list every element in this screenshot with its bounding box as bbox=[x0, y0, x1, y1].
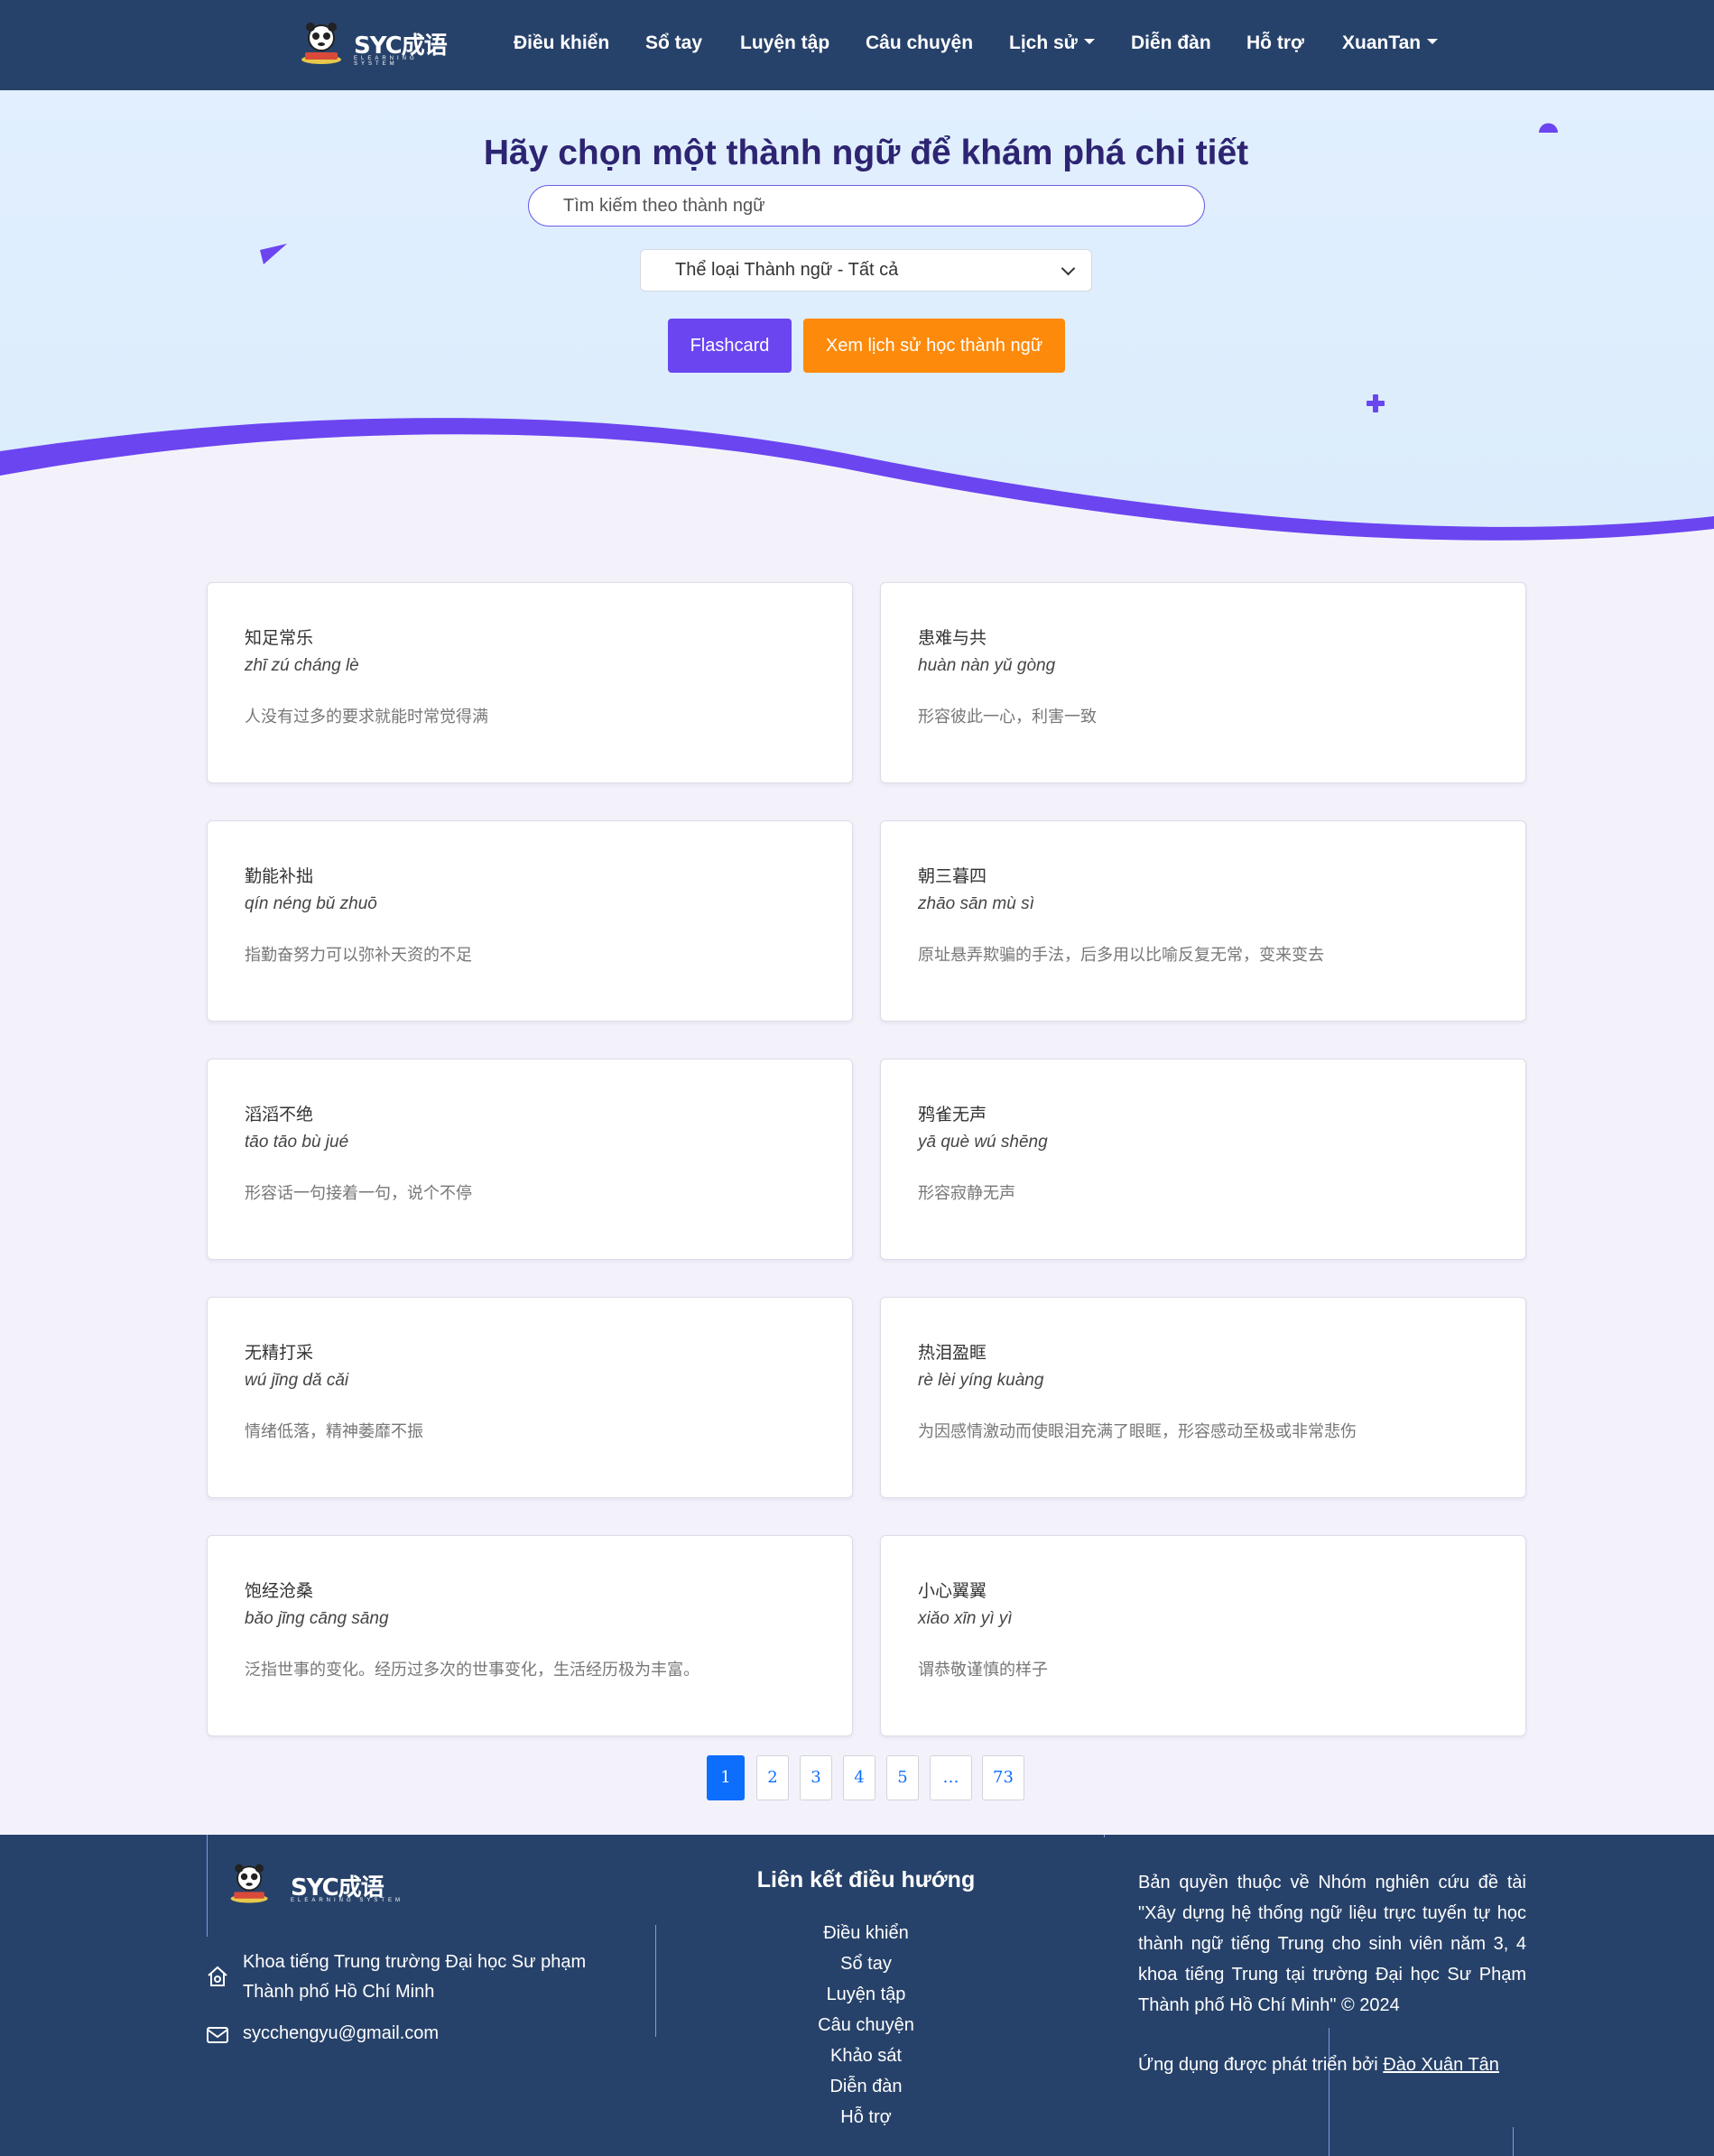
idiom-pinyin: bǎo jīng cāng sāng bbox=[245, 1609, 389, 1628]
idiom-meaning: 形容彼此一心，利害一致 bbox=[918, 708, 1097, 726]
semicircle-decoration-icon bbox=[1539, 123, 1558, 133]
idiom-pinyin: qín néng bǔ zhuō bbox=[245, 894, 377, 913]
idiom-card[interactable]: 朝三暮四 zhāo sān mù sì 原址悬弄欺骗的手法，后多用以比喻反复无常… bbox=[880, 820, 1526, 1022]
nav-forum[interactable]: Diễn đàn bbox=[1131, 32, 1211, 54]
category-select-value: Thể loại Thành ngữ - Tất cả bbox=[675, 260, 899, 280]
idiom-hanzi: 热泪盈眶 bbox=[918, 1343, 987, 1363]
idiom-meaning: 情绪低落，精神萎靡不振 bbox=[245, 1422, 423, 1441]
chevron-down-icon bbox=[1061, 261, 1076, 276]
idiom-hanzi: 勤能补拙 bbox=[245, 866, 314, 886]
idiom-card[interactable]: 小心翼翼 xiǎo xīn yì yì 谓恭敬谨慎的样子 bbox=[880, 1535, 1526, 1736]
nav-user-label: XuanTan bbox=[1342, 32, 1422, 53]
footer-divider bbox=[1104, 1835, 1105, 1837]
page-title: Hãy chọn một thành ngữ để khám phá chi t… bbox=[483, 134, 1249, 172]
page-3[interactable]: 3 bbox=[800, 1755, 832, 1800]
idiom-card[interactable]: 患难与共 huàn nàn yǔ gòng 形容彼此一心，利害一致 bbox=[880, 582, 1526, 783]
idiom-meaning: 原址悬弄欺骗的手法，后多用以比喻反复无常，变来变去 bbox=[918, 946, 1324, 965]
page-4[interactable]: 4 bbox=[843, 1755, 876, 1800]
plus-decoration-icon bbox=[1367, 394, 1385, 412]
footer-link-forum[interactable]: Diễn đàn bbox=[0, 2071, 1714, 2102]
footer-developer-link[interactable]: Đào Xuân Tân bbox=[1383, 2055, 1499, 2075]
idiom-hanzi: 朝三暮四 bbox=[918, 866, 987, 886]
idiom-pinyin: zhāo sān mù sì bbox=[918, 894, 1034, 913]
idiom-pinyin: wú jīng dǎ cǎi bbox=[245, 1371, 349, 1390]
brand-subtitle: ELEARNING SYSTEM bbox=[354, 56, 418, 67]
page-ellipsis[interactable]: … bbox=[930, 1755, 972, 1800]
page-2[interactable]: 2 bbox=[756, 1755, 789, 1800]
idiom-meaning: 谓恭敬谨慎的样子 bbox=[918, 1661, 1048, 1679]
nav-notebook[interactable]: Sổ tay bbox=[645, 32, 702, 54]
idiom-meaning: 形容寂静无声 bbox=[918, 1184, 1015, 1203]
nav-user-dropdown[interactable]: XuanTan bbox=[1342, 32, 1439, 54]
footer-copyright: Bản quyền thuộc về Nhóm nghiên cứu đề tà… bbox=[1138, 1873, 1526, 2015]
page-last[interactable]: 73 bbox=[982, 1755, 1024, 1800]
nav-history-dropdown[interactable]: Lịch sử bbox=[1009, 32, 1095, 54]
idiom-card[interactable]: 热泪盈眶 rè lèi yíng kuàng 为因感情激动而使眼泪充满了眼眶，形… bbox=[880, 1297, 1526, 1498]
idiom-hanzi: 小心翼翼 bbox=[918, 1581, 987, 1601]
caret-down-icon bbox=[1083, 39, 1095, 45]
idiom-pinyin: yā què wú shēng bbox=[918, 1133, 1048, 1152]
idiom-pinyin: rè lèi yíng kuàng bbox=[918, 1371, 1044, 1390]
idiom-card[interactable]: 滔滔不绝 tāo tāo bù jué 形容话一句接着一句，说个不停 bbox=[207, 1059, 853, 1260]
idiom-meaning: 为因感情激动而使眼泪充满了眼眶，形容感动至极或非常悲伤 bbox=[918, 1422, 1357, 1441]
category-select[interactable]: Thể loại Thành ngữ - Tất cả bbox=[640, 249, 1092, 291]
footer-link-support[interactable]: Hỗ trợ bbox=[0, 2102, 1714, 2133]
nav-stories[interactable]: Câu chuyện bbox=[866, 32, 973, 54]
history-button[interactable]: Xem lịch sử học thành ngữ bbox=[803, 319, 1065, 373]
idiom-hanzi: 鸦雀无声 bbox=[918, 1105, 987, 1124]
idiom-card[interactable]: 勤能补拙 qín néng bǔ zhuō 指勤奋努力可以弥补天资的不足 bbox=[207, 820, 853, 1022]
idiom-card[interactable]: 鸦雀无声 yā què wú shēng 形容寂静无声 bbox=[880, 1059, 1526, 1260]
flashcard-button[interactable]: Flashcard bbox=[668, 319, 792, 373]
idiom-meaning: 指勤奋努力可以弥补天资的不足 bbox=[245, 946, 472, 965]
caret-down-icon bbox=[1427, 39, 1439, 45]
footer: SYC成语 ELEARNING SYSTEM Khoa tiếng Trung … bbox=[0, 1835, 1714, 2156]
page-1[interactable]: 1 bbox=[707, 1755, 745, 1800]
idiom-pinyin: zhī zú cháng lè bbox=[245, 656, 359, 675]
idiom-pinyin: huàn nàn yǔ gòng bbox=[918, 656, 1056, 675]
idiom-card[interactable]: 饱经沧桑 bǎo jīng cāng sāng 泛指世事的变化。经历过多次的世事… bbox=[207, 1535, 853, 1736]
idiom-pinyin: xiǎo xīn yì yì bbox=[918, 1609, 1013, 1628]
idiom-pinyin: tāo tāo bù jué bbox=[245, 1133, 349, 1152]
mascot-logo-icon bbox=[301, 23, 341, 64]
nav-support[interactable]: Hỗ trợ bbox=[1246, 32, 1304, 54]
nav-practice[interactable]: Luyện tập bbox=[740, 32, 829, 54]
idiom-hanzi: 知足常乐 bbox=[245, 628, 314, 648]
idiom-meaning: 形容话一句接着一句，说个不停 bbox=[245, 1184, 472, 1203]
idiom-hanzi: 患难与共 bbox=[918, 628, 987, 648]
idiom-card[interactable]: 知足常乐 zhī zú cháng lè 人没有过多的要求就能时常觉得满 bbox=[207, 582, 853, 783]
navbar: SYC成语 ELEARNING SYSTEM Điều khiển Sổ tay… bbox=[0, 0, 1714, 90]
idiom-search-input[interactable] bbox=[528, 185, 1205, 227]
footer-developer-credit: Ứng dụng được phát triển bởi Đào Xuân Tâ… bbox=[1138, 2055, 1499, 2076]
footer-brand-subtitle: ELEARNING SYSTEM bbox=[291, 1898, 404, 1903]
footer-developed-by: Ứng dụng được phát triển bởi bbox=[1138, 2055, 1378, 2075]
idiom-hanzi: 无精打采 bbox=[245, 1343, 314, 1363]
idiom-meaning: 泛指世事的变化。经历过多次的世事变化，生活经历极为丰富。 bbox=[245, 1661, 699, 1679]
hero-section: Hãy chọn một thành ngữ để khám phá chi t… bbox=[0, 90, 1714, 560]
nav-dashboard[interactable]: Điều khiển bbox=[514, 32, 609, 54]
triangle-decoration-icon bbox=[260, 244, 287, 264]
idiom-hanzi: 滔滔不绝 bbox=[245, 1105, 314, 1124]
idiom-card[interactable]: 无精打采 wú jīng dǎ cǎi 情绪低落，精神萎靡不振 bbox=[207, 1297, 853, 1498]
brand-logo[interactable]: SYC成语 ELEARNING SYSTEM bbox=[296, 20, 459, 70]
idiom-meaning: 人没有过多的要求就能时常觉得满 bbox=[245, 708, 488, 726]
idiom-hanzi: 饱经沧桑 bbox=[245, 1581, 314, 1601]
page-5[interactable]: 5 bbox=[886, 1755, 919, 1800]
nav-history-label: Lịch sử bbox=[1009, 32, 1078, 53]
